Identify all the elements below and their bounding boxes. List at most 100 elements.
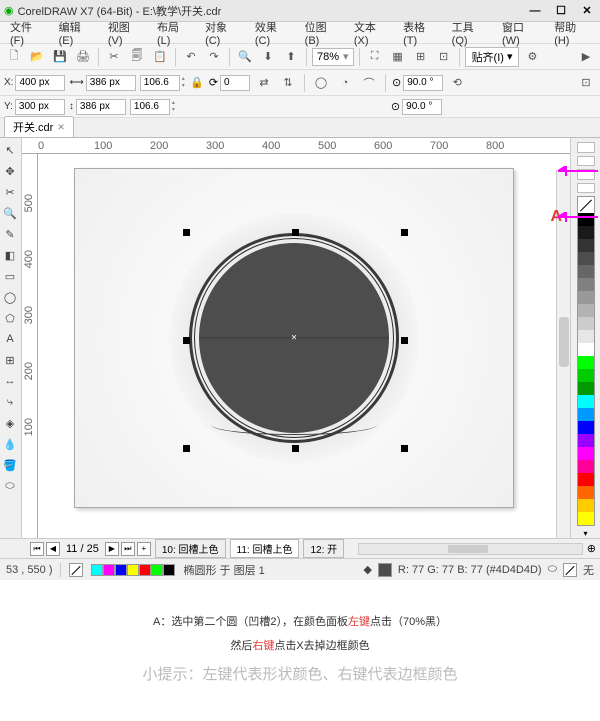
color-swatch[interactable] bbox=[578, 486, 594, 499]
arc-icon[interactable]: ⌒ bbox=[359, 73, 379, 93]
color-swatch[interactable] bbox=[578, 408, 594, 421]
scrollbar-thumb[interactable] bbox=[559, 317, 569, 367]
y-input[interactable] bbox=[15, 99, 65, 115]
selection-handle[interactable] bbox=[183, 229, 190, 236]
redo-icon[interactable]: ↷ bbox=[204, 47, 224, 67]
ellipse-icon[interactable]: ◯ bbox=[311, 73, 331, 93]
selection-handle[interactable] bbox=[292, 445, 299, 452]
cut-icon[interactable]: ✂ bbox=[104, 47, 124, 67]
menu-tools[interactable]: 工具(Q) bbox=[446, 17, 494, 49]
add-page-icon[interactable]: + bbox=[137, 542, 151, 556]
quick-color-swatch[interactable] bbox=[163, 564, 175, 576]
mirror-v-icon[interactable]: ⇅ bbox=[278, 73, 298, 93]
menu-bitmap[interactable]: 位图(B) bbox=[299, 17, 346, 49]
color-swatch[interactable] bbox=[578, 369, 594, 382]
selection-handle[interactable] bbox=[401, 445, 408, 452]
zoom-level[interactable]: 78% ▾ bbox=[312, 48, 354, 66]
scale-y-input[interactable] bbox=[130, 99, 170, 115]
outline-tool-icon[interactable]: ⬭ bbox=[0, 476, 20, 496]
no-fill-icon[interactable] bbox=[69, 563, 83, 577]
print-icon[interactable]: 🖨 bbox=[73, 47, 93, 67]
undo-icon[interactable]: ↶ bbox=[181, 47, 201, 67]
menu-layout[interactable]: 布局(L) bbox=[151, 17, 197, 49]
first-page-icon[interactable]: ⏮ bbox=[30, 542, 44, 556]
horizontal-ruler[interactable]: 0 100 200 300 400 500 600 700 800 bbox=[22, 138, 570, 154]
page-tab[interactable]: 10: 回槽上色 bbox=[155, 539, 226, 558]
dimension-tool-icon[interactable]: ↔ bbox=[0, 371, 20, 391]
new-icon[interactable]: 🗋 bbox=[4, 47, 24, 67]
maximize-button[interactable]: ☐ bbox=[552, 4, 570, 18]
smart-fill-icon[interactable]: ◧ bbox=[0, 245, 20, 265]
end-angle-input[interactable] bbox=[402, 99, 442, 115]
color-swatch[interactable] bbox=[578, 434, 594, 447]
menu-table[interactable]: 表格(T) bbox=[397, 17, 444, 49]
selection-handle[interactable] bbox=[183, 337, 190, 344]
start-angle-input[interactable] bbox=[403, 75, 443, 91]
menu-view[interactable]: 视图(V) bbox=[102, 17, 149, 49]
color-swatch[interactable] bbox=[578, 447, 594, 460]
close-tab-icon[interactable]: ✕ bbox=[57, 122, 65, 133]
freehand-tool-icon[interactable]: ✎ bbox=[0, 224, 20, 244]
paste-icon[interactable]: 📋 bbox=[150, 47, 170, 67]
quick-color-swatch[interactable] bbox=[139, 564, 151, 576]
next-page-icon[interactable]: ▶ bbox=[105, 542, 119, 556]
color-swatch[interactable] bbox=[578, 226, 594, 239]
color-swatch[interactable] bbox=[578, 343, 594, 356]
crop-tool-icon[interactable]: ✂ bbox=[0, 182, 20, 202]
options-icon[interactable]: ⚙ bbox=[522, 47, 542, 67]
copy-icon[interactable]: 🗐 bbox=[127, 47, 147, 67]
color-swatch[interactable] bbox=[578, 252, 594, 265]
color-swatch[interactable] bbox=[578, 382, 594, 395]
lock-icon[interactable]: 🔒 bbox=[189, 75, 205, 91]
text-tool-icon[interactable]: A bbox=[0, 329, 20, 349]
x-input[interactable] bbox=[15, 75, 65, 91]
guideline-icon[interactable]: ⊞ bbox=[411, 47, 431, 67]
grid-icon[interactable]: ▦ bbox=[388, 47, 408, 67]
ellipse-tool-icon[interactable]: ◯ bbox=[0, 287, 20, 307]
save-icon[interactable]: 💾 bbox=[50, 47, 70, 67]
selection-handle[interactable] bbox=[183, 445, 190, 452]
prev-page-icon[interactable]: ◀ bbox=[46, 542, 60, 556]
open-icon[interactable]: 📂 bbox=[27, 47, 47, 67]
color-swatch[interactable] bbox=[578, 291, 594, 304]
fullscreen-icon[interactable]: ⛶ bbox=[365, 47, 385, 67]
color-swatch[interactable] bbox=[578, 330, 594, 343]
panel-icon[interactable] bbox=[577, 156, 595, 167]
color-swatch[interactable] bbox=[578, 512, 594, 525]
close-button[interactable]: ✕ bbox=[578, 4, 596, 18]
selection-handle[interactable] bbox=[401, 337, 408, 344]
color-swatch[interactable] bbox=[578, 395, 594, 408]
rotation-input[interactable] bbox=[220, 75, 250, 91]
page-tab-active[interactable]: 11: 回槽上色 bbox=[230, 539, 300, 558]
zoom-tool-icon[interactable]: 🔍 bbox=[0, 203, 20, 223]
menu-object[interactable]: 对象(C) bbox=[199, 17, 247, 49]
outline-indicator-icon[interactable]: ⬭ bbox=[548, 563, 557, 576]
width-input[interactable] bbox=[86, 75, 136, 91]
eyedropper-tool-icon[interactable]: 💧 bbox=[0, 434, 20, 454]
color-swatch[interactable] bbox=[578, 460, 594, 473]
selection-handle[interactable] bbox=[401, 229, 408, 236]
fill-indicator-icon[interactable]: ◆ bbox=[363, 563, 371, 576]
menu-file[interactable]: 文件(F) bbox=[4, 17, 51, 49]
drawing-canvas[interactable]: × bbox=[38, 154, 570, 538]
pick-tool-icon[interactable]: ↖ bbox=[0, 140, 20, 160]
color-swatch[interactable] bbox=[578, 239, 594, 252]
menu-edit[interactable]: 编辑(E) bbox=[53, 17, 100, 49]
pie-icon[interactable]: ◔ bbox=[335, 73, 355, 93]
shape-tool-icon[interactable]: ✥ bbox=[0, 161, 20, 181]
spinner[interactable]: ▴▾ bbox=[182, 76, 185, 90]
quick-color-swatch[interactable] bbox=[115, 564, 127, 576]
color-swatch[interactable] bbox=[578, 473, 594, 486]
snap-icon[interactable]: ⊡ bbox=[434, 47, 454, 67]
search-icon[interactable]: 🔍 bbox=[235, 47, 255, 67]
polygon-tool-icon[interactable]: ⬠ bbox=[0, 308, 20, 328]
color-swatch[interactable] bbox=[578, 356, 594, 369]
scrollbar-thumb[interactable] bbox=[448, 545, 488, 553]
direction-icon[interactable]: ⟲ bbox=[447, 73, 467, 93]
menu-effects[interactable]: 效果(C) bbox=[249, 17, 297, 49]
menu-text[interactable]: 文本(X) bbox=[348, 17, 395, 49]
color-swatch[interactable] bbox=[578, 317, 594, 330]
table-tool-icon[interactable]: ⊞ bbox=[0, 350, 20, 370]
scale-x-input[interactable] bbox=[140, 75, 180, 91]
color-swatch[interactable] bbox=[578, 304, 594, 317]
